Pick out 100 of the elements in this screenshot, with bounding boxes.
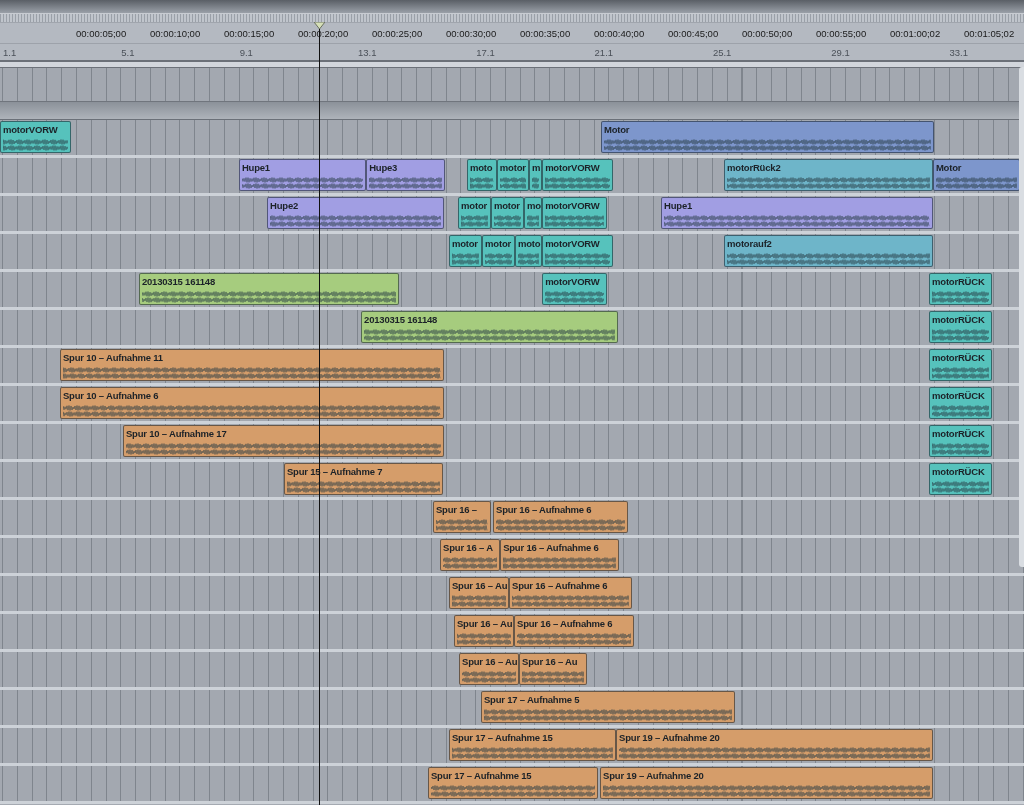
audio-region[interactable]: motorVORW xyxy=(0,121,71,153)
audio-region[interactable]: Hupe2 xyxy=(267,197,444,229)
audio-region[interactable]: motorVORW xyxy=(542,197,607,229)
audio-region[interactable]: Motor xyxy=(932,159,1020,191)
audio-region[interactable]: m xyxy=(529,159,543,191)
region-label: motor xyxy=(492,199,520,211)
region-label: Spur 10 – Aufnahme 6 xyxy=(61,389,159,401)
audio-region[interactable]: motorRÜCK xyxy=(929,425,993,457)
audio-region[interactable]: 20130315 161148 xyxy=(361,311,619,343)
region-label: motorRÜCK xyxy=(931,313,985,325)
region-label: Motor xyxy=(934,161,962,173)
bar-number: 1.1 xyxy=(3,46,18,58)
timecode-label: 00:00:15;00 xyxy=(224,27,276,39)
audio-region[interactable]: motorauf2 xyxy=(724,235,933,267)
audio-region[interactable]: Spur 16 – Aufnahme 6 xyxy=(509,577,633,609)
timecode-label: 00:00:25;00 xyxy=(372,27,424,39)
waveform-drawing xyxy=(527,213,540,228)
audio-region[interactable]: Spur 19 – Aufnahme 20 xyxy=(600,767,933,799)
audio-region[interactable]: Spur 16 – Aufnahme 6 xyxy=(500,539,620,571)
audio-region[interactable]: Spur 17 – Aufnahme 15 xyxy=(448,729,617,761)
timecode-label: 00:01:00;02 xyxy=(890,27,942,39)
audio-region[interactable]: motorVORW xyxy=(542,235,614,267)
audio-region[interactable]: motorRÜCK xyxy=(929,463,993,495)
bar-number: 29.1 xyxy=(831,46,851,58)
audio-region[interactable]: Spur 16 – Au xyxy=(519,653,588,685)
audio-region[interactable]: Spur 17 – Aufnahme 15 xyxy=(427,767,598,799)
waveform-drawing xyxy=(545,251,611,266)
region-label: Spur 16 – Aufnahme 6 xyxy=(495,503,592,515)
audio-region[interactable]: Motor xyxy=(601,121,935,153)
region-label: moto xyxy=(469,161,493,173)
audio-region[interactable]: motor xyxy=(490,197,525,229)
region-label: motor xyxy=(498,161,526,173)
audio-region[interactable]: motorRÜCK xyxy=(929,349,993,381)
audio-region[interactable]: Spur 16 – Au xyxy=(459,653,520,685)
audio-region[interactable]: motor xyxy=(458,197,491,229)
timecode-label: 00:00:30;00 xyxy=(446,27,498,39)
audio-region[interactable]: Spur 16 – A xyxy=(440,539,501,571)
region-label: Hupe1 xyxy=(240,161,270,173)
audio-region[interactable]: Spur 16 – Aufnahme 6 xyxy=(493,501,628,533)
region-label: Hupe3 xyxy=(368,161,398,173)
region-label: Spur 17 – Aufnahme 5 xyxy=(482,693,580,705)
region-label: Spur 19 – Aufnahme 20 xyxy=(618,731,720,743)
audio-region[interactable]: motorRÜCK xyxy=(929,387,993,419)
audio-region[interactable]: 20130315 161148 xyxy=(138,273,399,305)
audio-region[interactable]: moto xyxy=(467,159,497,191)
audio-region[interactable]: moto xyxy=(514,235,543,267)
audio-region[interactable]: Spur 16 – xyxy=(432,501,491,533)
region-label: Spur 17 – Aufnahme 15 xyxy=(450,731,553,743)
audio-region[interactable]: Spur 10 – Aufnahme 6 xyxy=(59,387,444,419)
region-label: Spur 10 – Aufnahme 11 xyxy=(61,351,163,363)
audio-region[interactable]: mo xyxy=(524,197,543,229)
audio-region[interactable]: motor xyxy=(482,235,515,267)
region-label: Spur 16 – Aufnahme 6 xyxy=(516,617,613,629)
audio-region[interactable]: Hupe3 xyxy=(366,159,446,191)
audio-region[interactable]: motorVORW xyxy=(542,159,614,191)
waveform-drawing xyxy=(462,669,517,684)
region-label: Spur 16 – Au xyxy=(455,617,513,629)
scrollbar[interactable] xyxy=(1019,67,1024,567)
audio-region[interactable]: motor xyxy=(448,235,483,267)
bar-number: 17.1 xyxy=(476,46,496,58)
playhead-line[interactable] xyxy=(319,29,321,805)
waveform-drawing xyxy=(461,213,488,228)
waveform-drawing xyxy=(435,517,488,532)
waveform-drawing xyxy=(451,593,506,608)
region-label: Spur 16 – xyxy=(434,503,477,515)
audio-region[interactable]: motorVORW xyxy=(542,273,607,305)
region-label: Spur 16 – Au xyxy=(521,655,578,667)
region-label: Hupe1 xyxy=(663,199,693,211)
audio-region[interactable]: Hupe1 xyxy=(238,159,367,191)
audio-region[interactable]: Spur 10 – Aufnahme 11 xyxy=(59,349,444,381)
waveform-drawing xyxy=(932,327,990,342)
audio-region[interactable]: motorRÜCK xyxy=(929,273,993,305)
region-label: Spur 16 – Aufnahme 6 xyxy=(511,579,608,591)
audio-region[interactable]: Spur 19 – Aufnahme 20 xyxy=(616,729,933,761)
region-label: Spur 16 – Au xyxy=(461,655,518,667)
audio-region[interactable]: Spur 16 – Au xyxy=(453,615,514,647)
waveform-drawing xyxy=(470,175,494,190)
bar-number: 33.1 xyxy=(949,46,969,58)
region-label: Motor xyxy=(603,123,630,135)
region-label: motorVORW xyxy=(544,237,600,249)
timecode-label: 00:00:10;00 xyxy=(150,27,202,39)
bar-number: 21.1 xyxy=(594,46,615,58)
region-label: Spur 19 – Aufnahme 20 xyxy=(602,769,704,781)
audio-region[interactable]: Spur 17 – Aufnahme 5 xyxy=(480,691,735,723)
audio-region[interactable]: Hupe1 xyxy=(661,197,933,229)
bar-number: 13.1 xyxy=(357,46,378,58)
region-label: motorRück2 xyxy=(726,161,781,173)
region-label: Spur 16 – A xyxy=(442,541,493,553)
audio-region[interactable]: motorRück2 xyxy=(724,159,933,191)
audio-region[interactable]: motorRÜCK xyxy=(929,311,993,343)
audio-region[interactable]: motor xyxy=(496,159,530,191)
waveform-drawing xyxy=(545,213,604,228)
waveform-drawing xyxy=(517,251,540,266)
audio-region[interactable]: Spur 16 – Aufnahme 6 xyxy=(514,615,635,647)
region-label: Spur 16 – Au xyxy=(450,579,508,591)
audio-region[interactable]: Spur 10 – Aufnahme 17 xyxy=(122,425,444,457)
region-label: motorRÜCK xyxy=(931,465,985,477)
waveform-drawing xyxy=(456,631,511,646)
timecode-label: 00:00:40;00 xyxy=(594,27,646,39)
audio-region[interactable]: Spur 16 – Au xyxy=(448,577,509,609)
